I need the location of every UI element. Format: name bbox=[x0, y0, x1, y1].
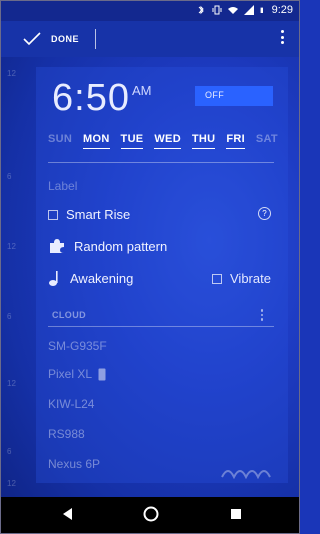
day-thu[interactable]: THU bbox=[191, 133, 216, 149]
timeline-label: 6 bbox=[7, 312, 12, 321]
alarm-ampm[interactable]: AM bbox=[132, 83, 152, 98]
recents-icon[interactable] bbox=[230, 508, 242, 520]
bluetooth-icon bbox=[198, 5, 204, 15]
toggle-label: OFF bbox=[205, 90, 225, 100]
puzzle-icon bbox=[50, 239, 64, 253]
sound-label: Awakening bbox=[70, 270, 134, 286]
smart-rise-checkbox[interactable] bbox=[48, 209, 58, 220]
device-item[interactable]: KIW-L24 bbox=[48, 397, 94, 411]
vibrate-option[interactable]: Vibrate bbox=[212, 271, 271, 286]
status-icons: 9:29 bbox=[196, 4, 293, 16]
divider bbox=[48, 326, 274, 327]
help-icon[interactable]: ? bbox=[258, 207, 271, 220]
battery-icon bbox=[260, 7, 263, 13]
phone-icon bbox=[98, 368, 106, 380]
toolbar-divider bbox=[95, 29, 96, 49]
status-bar: 9:29 bbox=[1, 1, 299, 21]
music-note-icon bbox=[49, 271, 58, 286]
alarm-card: 6:50 AM OFF SUN MON TUE WED THU FRI SAT … bbox=[36, 67, 288, 483]
device-item[interactable]: Pixel XL bbox=[48, 367, 106, 381]
sound-option[interactable]: Awakening bbox=[48, 269, 133, 287]
day-sat[interactable]: SAT bbox=[256, 133, 278, 149]
smart-rise-option[interactable]: Smart Rise bbox=[48, 207, 130, 222]
navigation-bar bbox=[1, 497, 299, 533]
cloud-section-title: CLOUD bbox=[52, 310, 86, 320]
cloud-menu-icon[interactable] bbox=[260, 309, 264, 323]
weekday-selector: SUN MON TUE WED THU FRI SAT bbox=[48, 133, 278, 149]
day-mon[interactable]: MON bbox=[83, 133, 110, 149]
timeline: 12 6 12 6 12 6 12 bbox=[1, 57, 35, 497]
done-label: DONE bbox=[51, 34, 80, 44]
device-label: Pixel XL bbox=[48, 367, 93, 381]
timeline-label: 12 bbox=[7, 479, 16, 488]
pattern-option[interactable]: Random pattern bbox=[48, 237, 167, 255]
timeline-label: 6 bbox=[7, 447, 12, 456]
signal-icon bbox=[243, 5, 254, 15]
vibrate-checkbox[interactable] bbox=[212, 273, 222, 284]
day-fri[interactable]: FRI bbox=[226, 133, 245, 149]
home-icon[interactable] bbox=[143, 506, 159, 522]
screen: 9:29 DONE 12 6 12 6 12 6 12 6:50 AM OFF … bbox=[0, 0, 300, 534]
status-time: 9:29 bbox=[271, 4, 293, 16]
divider bbox=[48, 162, 274, 163]
device-item[interactable]: SM-G935F bbox=[48, 339, 107, 353]
checkmark-icon bbox=[23, 32, 41, 46]
vibrate-icon bbox=[212, 5, 222, 15]
done-button[interactable]: DONE bbox=[23, 27, 79, 51]
timeline-label: 6 bbox=[7, 172, 12, 181]
alarm-time[interactable]: 6:50 bbox=[52, 77, 130, 120]
pattern-label: Random pattern bbox=[74, 238, 168, 254]
device-item[interactable]: RS988 bbox=[48, 427, 85, 441]
smart-rise-label: Smart Rise bbox=[66, 207, 131, 222]
day-tue[interactable]: TUE bbox=[120, 133, 144, 149]
device-item[interactable]: Nexus 6P bbox=[48, 457, 100, 471]
timeline-label: 12 bbox=[7, 242, 16, 251]
day-sun[interactable]: SUN bbox=[48, 133, 72, 149]
overflow-menu-icon[interactable] bbox=[279, 30, 285, 48]
alarm-toggle[interactable]: OFF bbox=[195, 86, 273, 106]
label-input[interactable]: Label bbox=[48, 179, 77, 193]
wifi-icon bbox=[227, 7, 238, 14]
toolbar: DONE bbox=[1, 21, 299, 57]
back-icon[interactable] bbox=[61, 507, 73, 521]
app-logo-icon bbox=[221, 470, 271, 479]
vibrate-label: Vibrate bbox=[230, 271, 271, 286]
day-wed[interactable]: WED bbox=[154, 133, 181, 149]
timeline-label: 12 bbox=[7, 69, 16, 78]
timeline-label: 12 bbox=[7, 379, 16, 388]
